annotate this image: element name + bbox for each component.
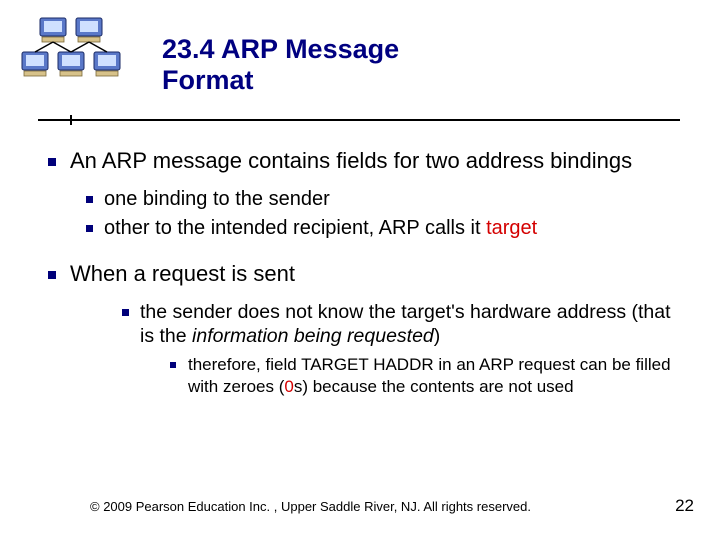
highlight-zero: 0 — [284, 377, 293, 396]
copyright-footer: © 2009 Pearson Education Inc. , Upper Sa… — [90, 499, 650, 514]
bullet-level2: one binding to the sender — [38, 187, 686, 212]
bullet-text: When a request is sent — [70, 261, 295, 286]
bullet-level1: An ARP message contains fields for two a… — [38, 148, 686, 175]
network-computers-icon — [18, 12, 128, 92]
bullet-level2: other to the intended recipient, ARP cal… — [38, 216, 686, 241]
bullet-text: ) — [434, 325, 441, 347]
bullet-level3: the sender does not know the target's ha… — [38, 300, 686, 349]
bullet-level4: therefore, field TARGET HADDR in an ARP … — [38, 354, 686, 397]
bullet-text: one binding to the sender — [104, 188, 330, 210]
title-tick — [70, 115, 72, 125]
italic-phrase: information being requested — [192, 325, 434, 347]
page-number: 22 — [675, 496, 694, 516]
highlight-target: target — [486, 217, 537, 239]
bullet-text: other to the intended recipient, ARP cal… — [104, 217, 486, 239]
content-area: An ARP message contains fields for two a… — [38, 148, 686, 397]
slide-title: 23.4 ARP Message Format — [162, 34, 682, 96]
slide: 23.4 ARP Message Format An ARP message c… — [0, 0, 720, 540]
spacer — [38, 245, 686, 261]
bullet-text: An ARP message contains fields for two a… — [70, 148, 632, 173]
bullet-text: s) because the contents are not used — [294, 377, 574, 396]
title-block: 23.4 ARP Message Format — [162, 34, 682, 96]
bullet-level1: When a request is sent — [38, 261, 686, 288]
title-underline — [38, 119, 680, 121]
